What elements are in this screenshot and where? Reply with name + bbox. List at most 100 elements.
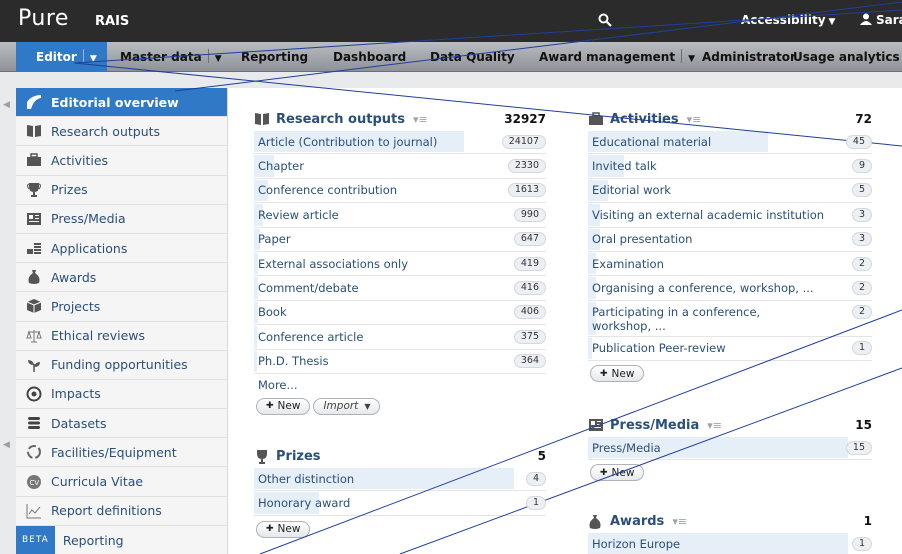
sidebar-item-press-media[interactable]: Press/Media (16, 205, 227, 234)
accessibility-menu[interactable]: Accessibility ▼ (741, 13, 835, 27)
sidebar-item-activities[interactable]: Activities (16, 146, 227, 176)
new-button[interactable]: ✚ New (256, 397, 311, 415)
main-nav: Editor ▼ Master data ▼ Reporting Dashboard… (0, 42, 902, 72)
list-item[interactable]: Publication Peer-review 1 (588, 337, 872, 362)
sidebar-item-ethical-reviews[interactable]: Ethical reviews (16, 322, 227, 351)
accessibility-label: Accessibility (741, 13, 826, 27)
search-icon[interactable] (598, 13, 612, 31)
sidebar-item-facilities-equipment[interactable]: Facilities/Equipment (16, 438, 227, 468)
new-button[interactable]: ✚ New (256, 520, 311, 538)
list-item[interactable]: Invited talk 9 (588, 154, 872, 179)
list-item-label: Article (Contribution to journal) (258, 134, 438, 149)
collapse-arrow-icon[interactable]: ◀ (3, 100, 10, 110)
list-item-label: Organising a conference, workshop, ... (592, 281, 814, 296)
press-media-list: Press/Media 15 (588, 436, 872, 461)
nav-administrator[interactable]: Administrator (702, 42, 796, 72)
list-item-label: Publication Peer-review (592, 341, 726, 356)
panel-header: Press/Media ▾≡ 15 (588, 414, 872, 436)
collapse-arrow-icon[interactable]: ◀ (3, 440, 10, 450)
more-link[interactable]: More... (254, 374, 546, 396)
sidebar-item-editorial-overview[interactable]: Editorial overview (16, 88, 227, 118)
list-item[interactable]: Horizon Europe 1 (588, 532, 872, 554)
chart-icon (26, 503, 42, 519)
list-item[interactable]: Other distinction 4 (254, 467, 546, 492)
sidebar-item-projects[interactable]: Projects (16, 292, 227, 322)
briefcase-icon (588, 111, 604, 127)
sidebar-item-funding-opportunities[interactable]: Funding opportunities (16, 351, 227, 380)
nav-master-data[interactable]: Master data ▼ (120, 42, 222, 72)
panel-title[interactable]: Activities (610, 112, 679, 127)
sidebar-item-prizes[interactable]: Prizes (16, 176, 227, 205)
list-item[interactable]: Organising a conference, workshop, ... 2 (588, 276, 872, 301)
list-item[interactable]: Honorary award 1 (254, 491, 546, 516)
press-media-panel: Press/Media ▾≡ 15 Press/Media 15 ✚ New (588, 414, 872, 482)
sidebar-item-reporting-beta[interactable]: BETA Reporting (16, 525, 227, 554)
pure-logo[interactable]: Pure (18, 6, 69, 31)
list-item[interactable]: Paper 647 (254, 228, 546, 252)
import-button[interactable]: Import ▼ (313, 397, 381, 415)
nav-data-quality[interactable]: Data Quality (430, 42, 515, 72)
count-badge: 990 (513, 207, 546, 222)
sidebar-item-curricula-vitae[interactable]: CV Curricula Vitae (16, 467, 227, 497)
new-button[interactable]: ✚ New (590, 464, 645, 482)
list-item[interactable]: Editorial work 5 (588, 179, 872, 204)
list-item-label: Other distinction (258, 471, 355, 486)
panel-title[interactable]: Prizes (276, 449, 321, 464)
chevron-down-icon[interactable]: ▼ (688, 54, 695, 64)
sidebar-item-awards[interactable]: Awards (16, 263, 227, 293)
sidebar-item-datasets[interactable]: Datasets (16, 409, 227, 439)
list-item[interactable]: Visiting an external academic institutio… (588, 203, 872, 228)
separator (207, 49, 209, 63)
count-badge: 364 (513, 354, 546, 369)
sidebar-item-impacts[interactable]: Impacts (16, 380, 227, 410)
panel-total: 15 (855, 418, 872, 432)
sidebar-item-report-definitions[interactable]: Report definitions (16, 497, 227, 526)
sidebar-item-label: Ethical reviews (51, 328, 146, 344)
new-button[interactable]: ✚ New (590, 365, 645, 383)
count-badge: 406 (513, 305, 546, 320)
research-outputs-panel: Research outputs ▾≡ 32927 Article (Contr… (254, 108, 546, 415)
list-item[interactable]: Examination 2 (588, 252, 872, 277)
list-item[interactable]: Press/Media 15 (588, 436, 872, 461)
sort-filter-icon[interactable]: ▾≡ (672, 515, 687, 528)
sidebar-item-applications[interactable]: Applications (16, 234, 227, 264)
list-item[interactable]: Article (Contribution to journal) 24107 (254, 130, 546, 155)
sort-filter-icon[interactable]: ▾≡ (687, 113, 702, 126)
nav-usage-analytics[interactable]: Usage analytics (793, 42, 900, 72)
panel-title[interactable]: Press/Media (610, 418, 699, 433)
list-item[interactable]: Review article 990 (254, 203, 546, 228)
list-item[interactable]: Oral presentation 3 (588, 228, 872, 252)
user-menu[interactable]: Sara (860, 13, 902, 27)
list-item[interactable]: Chapter 2330 (254, 154, 546, 179)
trophy-icon (26, 182, 42, 198)
plus-icon: ✚ (266, 524, 274, 535)
list-item-label: Horizon Europe (592, 536, 681, 551)
awards-list: Horizon Europe 1 (588, 532, 872, 554)
sidebar-item-label: Facilities/Equipment (51, 444, 177, 460)
list-item[interactable]: Participating in a conference, workshop,… (588, 301, 872, 337)
chevron-down-icon[interactable]: ▼ (215, 54, 222, 64)
panel-header: Prizes 5 (254, 445, 546, 467)
list-item[interactable]: External associations only 419 (254, 252, 546, 277)
sidebar-item-label: Curricula Vitae (51, 474, 144, 490)
nav-reporting[interactable]: Reporting (241, 42, 308, 72)
panel-title[interactable]: Awards (610, 514, 664, 529)
chevron-down-icon[interactable]: ▼ (90, 54, 97, 64)
list-item[interactable]: Ph.D. Thesis 364 (254, 350, 546, 374)
nav-award-management[interactable]: Award management ▼ (539, 42, 695, 72)
panel-title[interactable]: Research outputs (276, 112, 405, 127)
nav-dashboard[interactable]: Dashboard (333, 42, 406, 72)
list-item[interactable]: Conference article 375 (254, 325, 546, 350)
sidebar-item-research-outputs[interactable]: Research outputs (16, 117, 227, 147)
awards-panel: Awards ▾≡ 1 Horizon Europe 1 (588, 510, 872, 554)
count-badge: 4 (525, 471, 546, 486)
sidebar-item-label: Impacts (51, 386, 101, 402)
list-item-label: Comment/debate (258, 281, 359, 296)
nav-editor[interactable]: Editor ▼ (16, 42, 107, 72)
list-item[interactable]: Educational material 45 (588, 130, 872, 155)
list-item[interactable]: Conference contribution 1613 (254, 179, 546, 204)
list-item[interactable]: Comment/debate 416 (254, 276, 546, 301)
sort-filter-icon[interactable]: ▾≡ (707, 419, 722, 432)
list-item[interactable]: Book 406 (254, 301, 546, 326)
sort-filter-icon[interactable]: ▾≡ (413, 113, 428, 126)
